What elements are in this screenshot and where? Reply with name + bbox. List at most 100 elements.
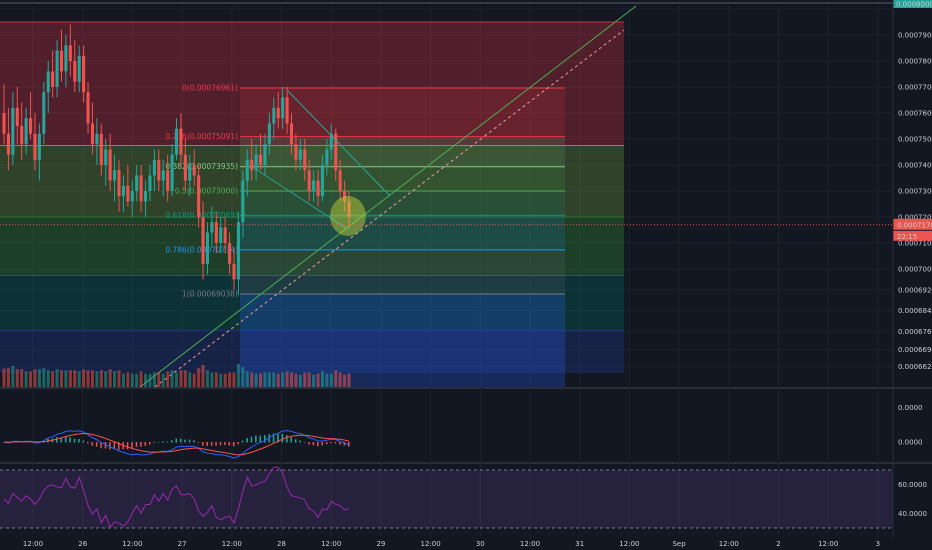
candle-body [46,71,50,93]
price-tick-label: 0.00069200 [898,286,932,294]
fib-level-label: 0.382(0.00073935) [165,162,238,171]
volume-bar [161,373,165,387]
volume-bar [347,373,351,387]
fib-level-label: 0(0.00076961) [182,84,238,93]
macd-hist-bar [237,442,239,445]
macd-hist-bar [171,440,173,443]
candle-body [219,227,223,243]
macd-hist-bar [294,439,297,443]
candle-body [241,180,245,223]
macd-hist-bar [206,442,208,446]
macd-hist-bar [233,442,235,447]
candle-body [320,165,325,197]
macd-hist-bar [228,442,231,446]
volume-bar [272,372,276,387]
volume-bar [28,371,33,387]
macd-hist-bar [148,442,151,445]
candle-body [90,123,95,145]
volume-bar [86,370,90,387]
volume-bar [343,374,347,387]
macd-hist-bar [339,442,341,445]
volume-bar [267,372,271,387]
macd-hist-bar [219,442,222,446]
candle-body [55,50,59,87]
volume-bar [77,371,81,387]
macd-hist-bar [193,440,195,443]
candle-body [303,149,307,171]
candle-body [316,180,320,197]
candle-body [37,133,41,160]
volume-bar [232,372,236,387]
price-tick-label: 0.00067600 [898,328,932,336]
volume-bar [130,373,134,387]
volume-bar [285,371,289,387]
price-tick-label: 0.00073000 [898,188,932,196]
volume-bar [90,370,95,387]
volume-bar [82,369,86,387]
macd-hist-bar [334,442,337,444]
candle-body [250,159,254,171]
fib-band [240,249,565,295]
volume-bar [42,368,46,387]
price-tick-label: 0.00078000 [898,58,932,66]
candle-body [205,232,210,264]
macd-hist-bar [126,442,129,450]
candle-body [174,128,179,155]
volume-bar [263,372,267,387]
candle-body [113,170,117,181]
candle-body [223,227,227,243]
macd-hist-bar [64,436,67,443]
volume-bar [20,369,24,387]
macd-hist-bar [78,438,80,443]
candle-body [15,107,19,126]
volume-bar [228,372,232,387]
candle-body [11,107,15,155]
volume-bar [325,373,329,387]
volume-bar [126,372,130,387]
macd-hist-bar [184,439,186,443]
macd-hist-bar [241,440,244,443]
candle-body [99,133,103,165]
time-label: 29 [376,540,385,548]
top-price-badge-label: 0.000800000 [896,1,932,9]
price-tick-label: 0.00077000 [898,84,932,92]
volume-bar [104,371,108,387]
macd-hist-bar [202,442,204,446]
volume-bar [192,373,196,387]
volume-bar [135,373,139,387]
candle-body [298,149,302,160]
candle-body [267,123,271,145]
candle-body [148,175,152,191]
rsi-tick-label: 60.0000 [898,481,927,489]
volume-bar [24,371,28,387]
volume-bar [139,371,143,387]
macd-hist-bar [224,442,226,446]
price-tick-label: 0.00079000 [898,32,932,40]
candle-body [338,170,342,191]
candle-body [24,118,28,145]
time-label: 30 [476,540,485,548]
macd-hist-bar [56,437,58,443]
rsi-tick-label: 40.0000 [898,510,927,518]
candle-body [236,222,240,280]
candle-body [188,165,192,181]
volume-bar [303,372,307,387]
candle-body [139,175,143,202]
price-tick-label: 0.00070000 [898,266,932,274]
time-label: 12:00 [421,540,441,548]
candle-body [192,165,196,176]
price-tick-label: 0.00066900 [898,346,932,354]
volume-bar [157,372,161,387]
candle-body [64,45,68,72]
volume-bar [37,369,41,387]
price-tick-label: 0.00068400 [898,307,932,315]
candle-body [214,222,218,243]
volume-bar [214,372,218,387]
macd-hist-bar [95,442,98,447]
volume-bar [241,367,245,387]
candle-body [157,159,161,181]
macd-hist-bar [135,442,138,447]
macd-hist-bar [140,442,142,447]
volume-bar [289,372,294,387]
price-tick-label: 0.00074000 [898,162,932,170]
